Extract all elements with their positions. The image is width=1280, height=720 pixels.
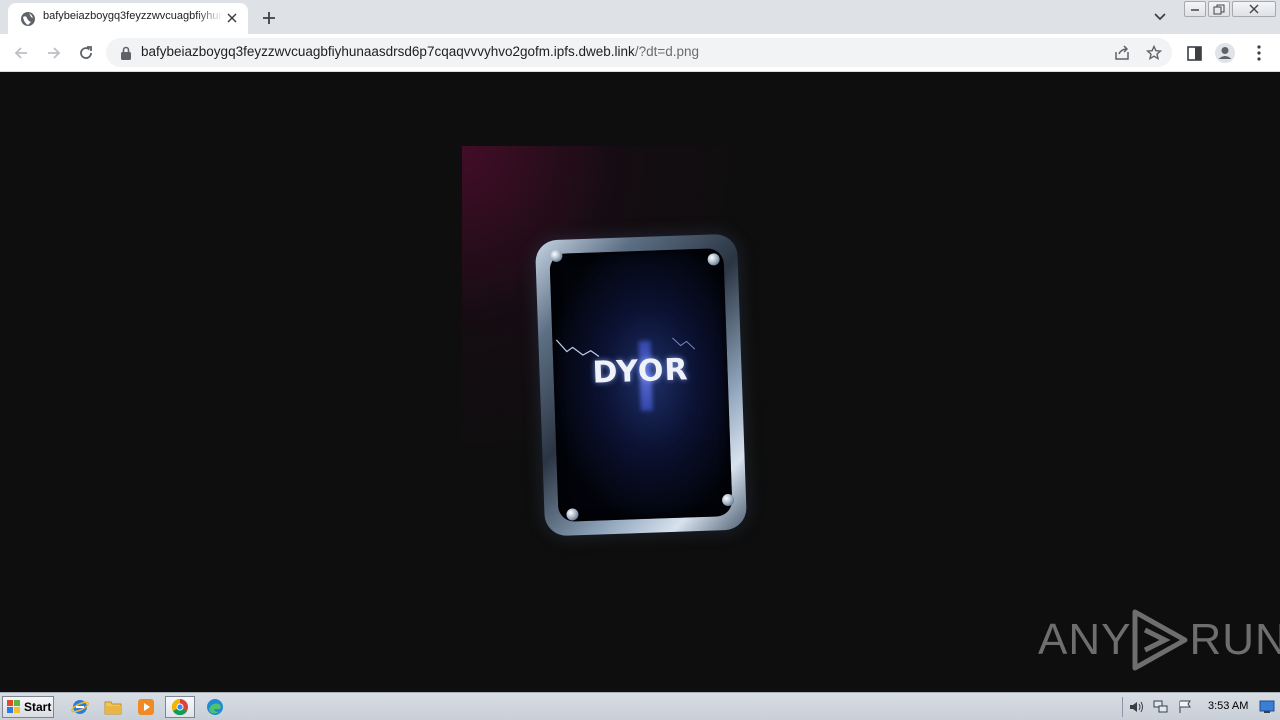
restore-button[interactable] — [1208, 1, 1230, 17]
edge-icon[interactable] — [203, 696, 227, 718]
flag-icon[interactable] — [1176, 699, 1194, 715]
plus-icon — [263, 12, 275, 24]
close-icon — [1249, 4, 1259, 14]
taskbar-clock[interactable]: 3:53 AM — [1208, 700, 1248, 712]
windows-logo-icon — [7, 700, 20, 713]
tab-search-button[interactable] — [1150, 8, 1170, 26]
tray-separator — [1122, 697, 1123, 717]
system-tray: 3:53 AM — [1122, 695, 1280, 719]
watermark-text-right: RUN — [1189, 615, 1280, 664]
anyrun-watermark: ANY RUN — [1038, 608, 1280, 672]
dyor-card-image: DYOR — [534, 233, 748, 537]
address-bar[interactable]: bafybeiazboygq3feyzzwvcuagbfiyhunaasdrsd… — [106, 38, 1172, 67]
taskbar: Start 3:53 AM — [0, 692, 1280, 720]
internet-explorer-icon[interactable] — [68, 696, 92, 718]
file-explorer-icon[interactable] — [101, 696, 125, 718]
tab-strip: bafybeiazboygq3feyzzwvcuagbfiyhunaasdrsd… — [0, 0, 1280, 34]
browser-toolbar: bafybeiazboygq3feyzzwvcuagbfiyhunaasdrsd… — [0, 34, 1280, 72]
lock-icon[interactable] — [120, 45, 132, 60]
new-tab-button[interactable] — [258, 7, 280, 29]
play-logo-icon — [1132, 609, 1188, 671]
back-button[interactable] — [10, 42, 32, 64]
volume-icon[interactable] — [1128, 699, 1146, 715]
desktop-icon[interactable] — [1258, 699, 1276, 715]
back-arrow-icon — [14, 47, 27, 59]
url-host: bafybeiazboygq3feyzzwvcuagbfiyhunaasdrsd… — [141, 44, 635, 59]
star-icon[interactable] — [1144, 43, 1164, 63]
chrome-icon[interactable] — [165, 696, 195, 718]
close-window-button[interactable] — [1232, 1, 1276, 17]
url-path: /?dt=d.png — [634, 44, 699, 59]
chevron-down-icon — [1154, 13, 1166, 21]
watermark-text-left: ANY — [1038, 615, 1132, 664]
minimize-button[interactable] — [1184, 1, 1206, 17]
side-panel-icon[interactable] — [1183, 42, 1205, 64]
close-icon[interactable] — [224, 10, 240, 26]
restore-icon — [1213, 4, 1225, 14]
tab-title: bafybeiazboygq3feyzzwvcuagbfiyhunaasdrsd… — [43, 10, 223, 22]
forward-button[interactable] — [43, 42, 65, 64]
start-label: Start — [24, 700, 52, 714]
url-text[interactable]: bafybeiazboygq3feyzzwvcuagbfiyhunaasdrsd… — [141, 44, 699, 59]
media-player-icon[interactable] — [134, 696, 158, 718]
reload-icon — [80, 46, 92, 59]
card-logo: DYOR — [591, 352, 690, 391]
minimize-icon — [1191, 9, 1199, 11]
start-button[interactable]: Start — [2, 696, 54, 718]
share-icon[interactable] — [1112, 43, 1132, 63]
reload-button[interactable] — [75, 42, 97, 64]
more-vertical-icon[interactable] — [1248, 42, 1270, 64]
network-icon[interactable] — [1152, 699, 1170, 715]
profile-icon[interactable] — [1214, 42, 1236, 64]
globe-icon — [20, 11, 36, 27]
browser-tab[interactable]: bafybeiazboygq3feyzzwvcuagbfiyhunaasdrsd… — [8, 3, 248, 34]
page-viewport: DYOR ANY RUN — [0, 72, 1280, 692]
card-screen: DYOR — [549, 248, 733, 522]
forward-arrow-icon — [48, 47, 61, 59]
